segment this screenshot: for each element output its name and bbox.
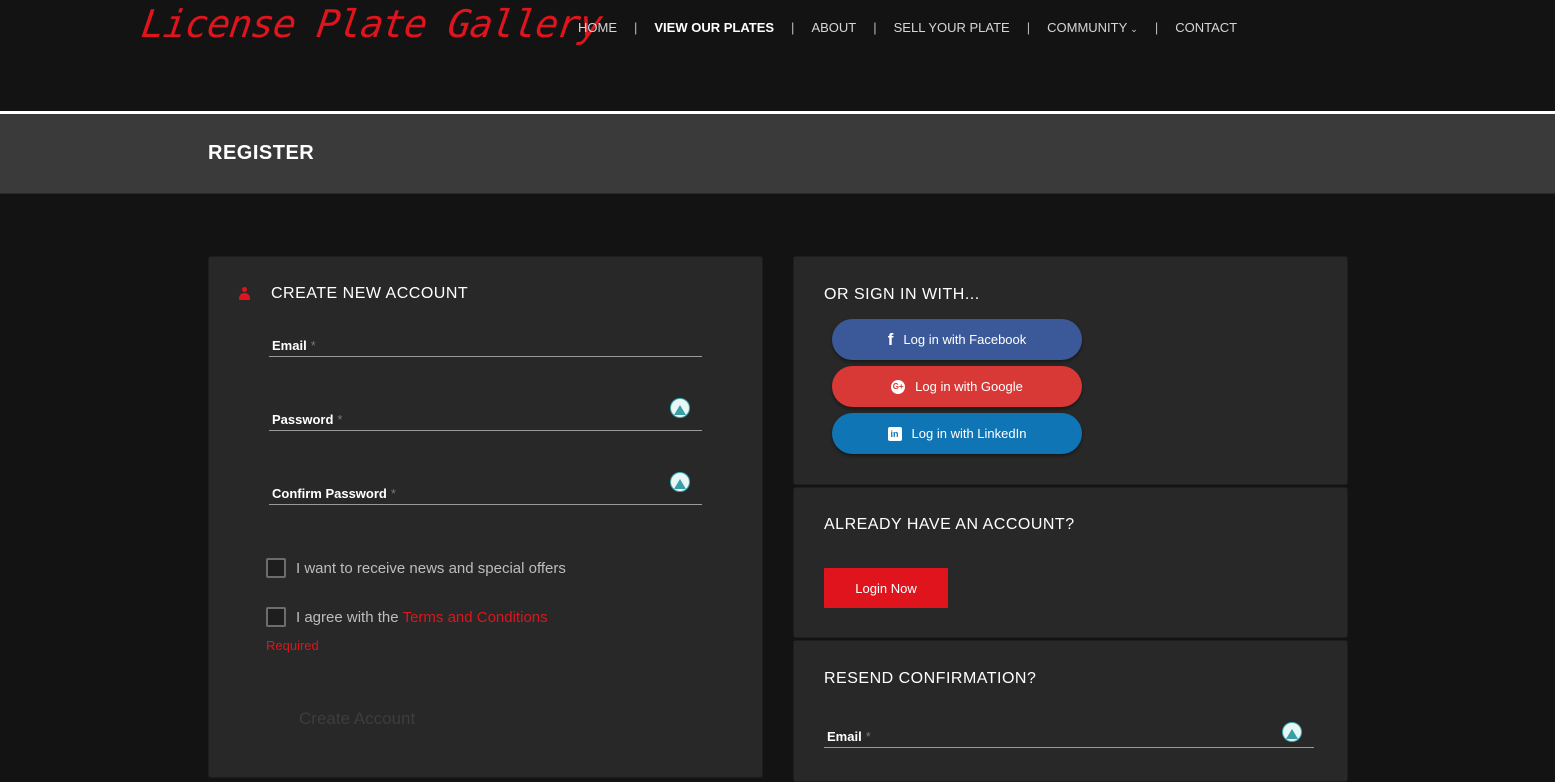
password-manager-icon[interactable] — [670, 398, 690, 418]
newsletter-row: I want to receive news and special offer… — [266, 558, 566, 578]
facebook-icon: f — [887, 329, 894, 349]
social-signin-title: OR SIGN IN WITH... — [824, 286, 980, 303]
site-header: License Plate Gallery HOME | VIEW OUR PL… — [0, 0, 1555, 112]
page-title: REGISTER — [208, 142, 315, 164]
newsletter-checkbox[interactable] — [266, 558, 286, 578]
terms-row: I agree with the Terms and Conditions — [266, 607, 548, 627]
nav-separator: | — [1026, 20, 1031, 35]
google-login-label: Log in with Google — [915, 379, 1023, 394]
password-field[interactable]: Password * — [269, 398, 702, 431]
google-plus-icon: G+ — [891, 379, 906, 394]
nav-home[interactable]: HOME — [578, 20, 617, 35]
page-title-band: REGISTER — [0, 114, 1555, 194]
terms-label: I agree with the — [296, 608, 399, 626]
create-account-button[interactable]: Create Account — [299, 709, 415, 729]
resend-confirmation-panel: RESEND CONFIRMATION? Email * — [793, 640, 1348, 782]
login-now-button[interactable]: Login Now — [824, 568, 948, 608]
confirm-password-label: Confirm Password * — [272, 486, 396, 501]
newsletter-label: I want to receive news and special offer… — [296, 559, 566, 577]
nav-about[interactable]: ABOUT — [811, 20, 856, 35]
nav-separator: | — [634, 20, 638, 35]
confirm-password-field[interactable]: Confirm Password * — [269, 472, 702, 505]
nav-community-label: COMMUNITY — [1047, 20, 1128, 35]
nav-contact[interactable]: CONTACT — [1175, 20, 1237, 35]
resend-email-label: Email * — [827, 729, 871, 744]
chevron-down-icon: ⌄ — [1130, 24, 1138, 34]
main-nav: HOME | VIEW OUR PLATES | ABOUT | SELL YO… — [578, 20, 1237, 35]
linkedin-icon: in — [887, 426, 902, 441]
nav-separator: | — [1154, 20, 1159, 35]
terms-link[interactable]: Terms and Conditions — [403, 609, 548, 626]
facebook-login-label: Log in with Facebook — [903, 332, 1027, 347]
social-signin-panel: OR SIGN IN WITH... f Log in with Faceboo… — [793, 256, 1348, 485]
user-icon — [239, 287, 250, 300]
linkedin-login-button[interactable]: in Log in with LinkedIn — [832, 413, 1082, 454]
required-error: Required — [266, 638, 319, 653]
email-field[interactable]: Email * — [269, 332, 702, 357]
site-logo[interactable]: License Plate Gallery — [139, 2, 605, 46]
nav-separator: | — [791, 20, 795, 35]
password-manager-icon[interactable] — [670, 472, 690, 492]
create-account-title: CREATE NEW ACCOUNT — [271, 285, 469, 302]
resend-email-field[interactable]: Email * — [824, 722, 1314, 748]
nav-community[interactable]: COMMUNITY ⌄ — [1047, 20, 1138, 35]
facebook-login-button[interactable]: f Log in with Facebook — [832, 319, 1082, 360]
google-login-button[interactable]: G+ Log in with Google — [832, 366, 1082, 407]
password-label: Password * — [272, 412, 343, 427]
nav-view-our-plates[interactable]: VIEW OUR PLATES — [654, 20, 774, 35]
password-manager-icon[interactable] — [1282, 722, 1302, 742]
nav-sell-your-plate[interactable]: SELL YOUR PLATE — [894, 20, 1010, 35]
nav-separator: | — [873, 20, 877, 35]
create-account-panel: CREATE NEW ACCOUNT Email * Password * Conf… — [208, 256, 763, 778]
existing-account-panel: ALREADY HAVE AN ACCOUNT? Login Now — [793, 487, 1348, 638]
resend-confirmation-title: RESEND CONFIRMATION? — [824, 670, 1037, 687]
terms-checkbox[interactable] — [266, 607, 286, 627]
existing-account-title: ALREADY HAVE AN ACCOUNT? — [824, 516, 1075, 533]
email-label: Email * — [272, 338, 316, 353]
linkedin-login-label: Log in with LinkedIn — [911, 426, 1027, 441]
